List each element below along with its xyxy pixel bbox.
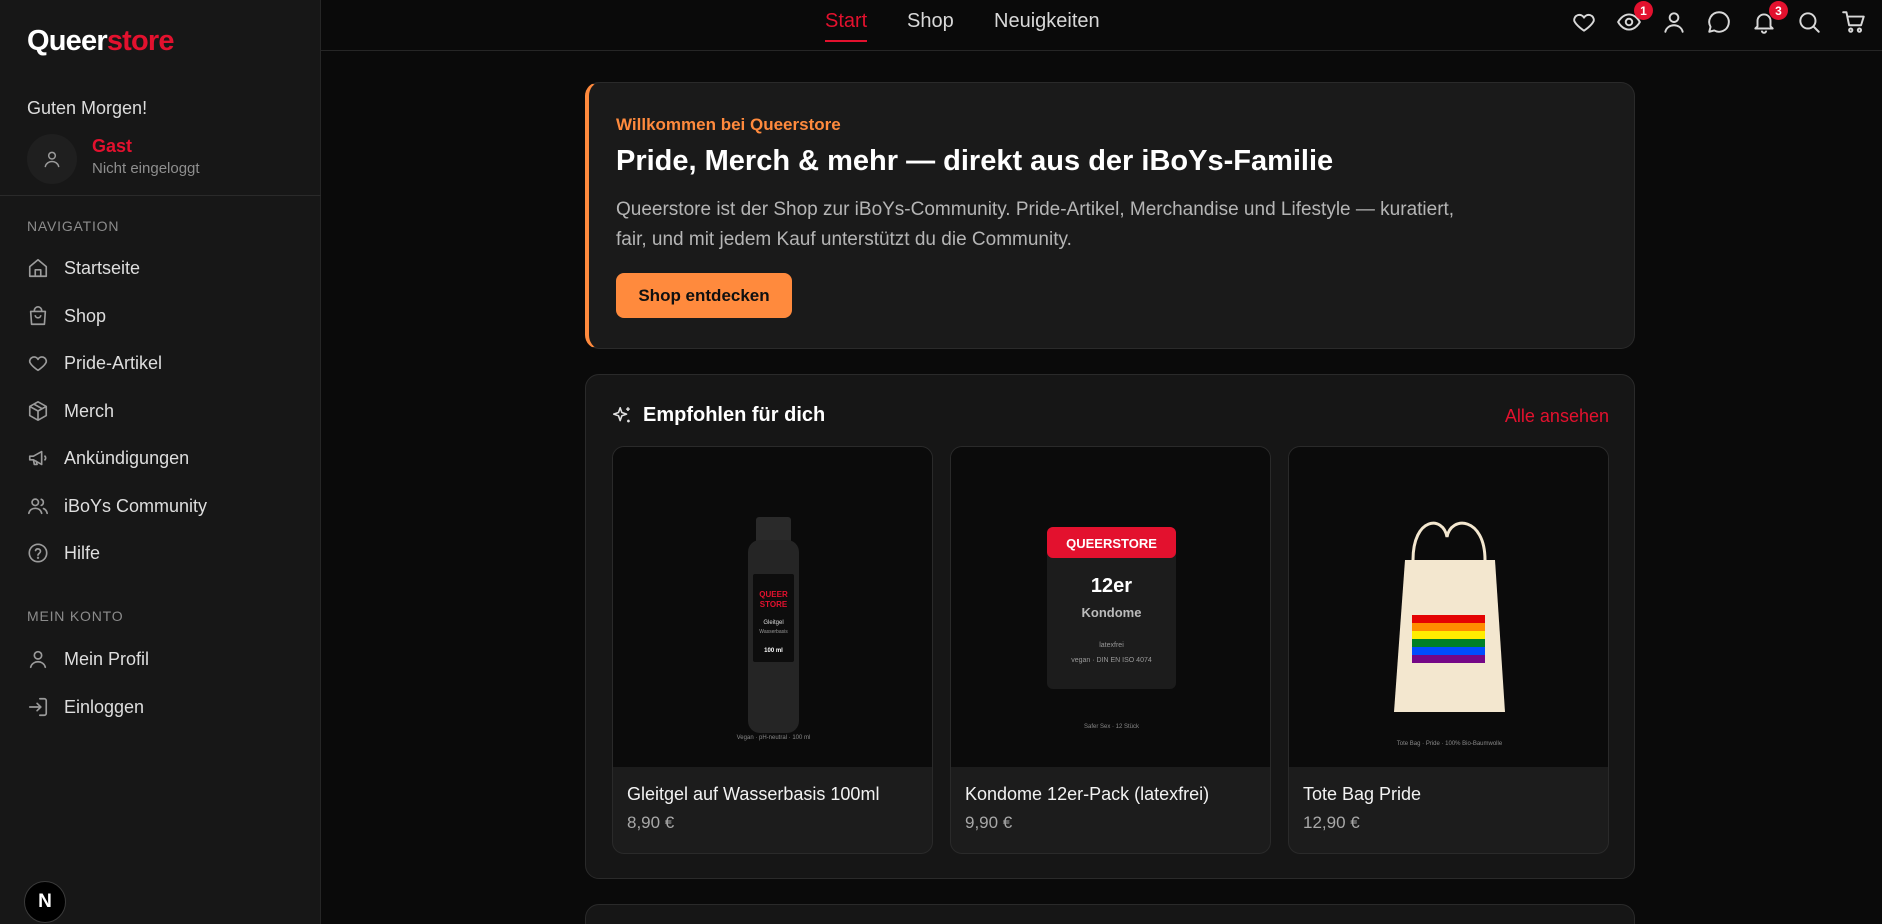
box-line-1: latexfrei (1099, 642, 1124, 649)
product-card-gleitgel[interactable]: QUEER STORE Gleitgel Wasserbasis 100 ml … (612, 446, 933, 854)
product-name: Kondome 12er-Pack (latexfrei) (965, 784, 1210, 804)
bottle-brand-line-2: STORE (760, 600, 788, 609)
cart-button[interactable] (1841, 9, 1867, 35)
top-link-start[interactable]: Start (825, 10, 868, 42)
top-link-neuigkeiten[interactable]: Neuigkeiten (994, 10, 1100, 33)
bottle-label-line-3: 100 ml (764, 648, 783, 654)
login-icon (28, 697, 48, 717)
megaphone-icon (28, 450, 47, 466)
messages-button[interactable] (1706, 9, 1732, 35)
top-link-shop[interactable]: Shop (907, 10, 954, 33)
recently-viewed-button[interactable]: 1 (1616, 1, 1653, 35)
box-line-2: vegan · DIN EN ISO 4074 (1071, 657, 1152, 664)
product-price: 9,90 € (965, 813, 1013, 832)
shop-discover-button[interactable]: Shop entdecken (616, 273, 792, 318)
notifications-badge: 3 (1769, 1, 1788, 20)
box-type: Kondome (1082, 605, 1142, 620)
user-icon (1664, 12, 1684, 33)
product-name: Tote Bag Pride (1303, 784, 1422, 804)
image-caption: Tote Bag · Pride · 100% Bio-Baumwolle (1397, 741, 1503, 747)
sidebar-item-label: Mein Profil (64, 648, 150, 669)
shopping-bag-icon (29, 306, 47, 326)
hero-title: Pride, Merch & mehr — direkt aus der iBo… (616, 145, 1334, 177)
heart-icon (28, 356, 48, 372)
product-name: Gleitgel auf Wasserbasis 100ml (627, 784, 880, 804)
welcome-hero: Willkommen bei Queerstore Pride, Merch &… (585, 82, 1635, 349)
top-navigation: Start Shop Neuigkeiten 1 3 (321, 0, 1882, 51)
sidebar: Queerstore Guten Morgen! Gast Nicht eing… (0, 0, 321, 924)
nav-section-label: NAVIGATION (27, 218, 120, 234)
chat-icon (1708, 11, 1730, 33)
sidebar-item-ankuendigungen[interactable]: Ankündigungen (27, 443, 189, 473)
product-card-kondome[interactable]: QUEERSTORE 12er Kondome latexfrei vegan … (950, 446, 1271, 854)
logo[interactable]: Queerstore (27, 25, 175, 58)
box-brand: QUEERSTORE (1066, 536, 1157, 551)
logo-part-store: store (106, 25, 175, 57)
box-count: 12er (1091, 575, 1132, 597)
section-title: Empfohlen für dich (643, 404, 826, 426)
cart-icon (1842, 11, 1865, 33)
recommended-section: Empfohlen für dich Alle ansehen QUEER ST… (585, 374, 1635, 879)
image-caption: Safer Sex · 12 Stück (1084, 724, 1140, 730)
sidebar-item-label: Merch (64, 400, 115, 421)
sidebar-item-label: iBoYs Community (64, 495, 208, 516)
user-name: Gast (92, 136, 133, 156)
sidebar-item-label: Startseite (64, 257, 141, 278)
user-avatar[interactable] (27, 134, 77, 184)
greeting: Guten Morgen! (27, 98, 148, 118)
user-icon (29, 650, 47, 669)
sidebar-item-mein-profil[interactable]: Mein Profil (27, 644, 149, 674)
product-image: Tote Bag · Pride · 100% Bio-Baumwolle (1289, 447, 1608, 767)
product-image: QUEERSTORE 12er Kondome latexfrei vegan … (951, 447, 1270, 767)
home-icon (28, 258, 48, 278)
search-button[interactable] (1796, 9, 1822, 35)
bottle-brand-line-1: QUEER (759, 590, 788, 599)
bottle-label-line-1: Gleitgel (763, 620, 783, 626)
heart-icon (1573, 13, 1595, 32)
product-image: QUEER STORE Gleitgel Wasserbasis 100 ml … (613, 447, 932, 767)
sidebar-item-merch[interactable]: Merch (27, 396, 114, 426)
product-card-tote-bag[interactable]: Tote Bag · Pride · 100% Bio-Baumwolle To… (1288, 446, 1609, 854)
sidebar-item-label: Shop (64, 305, 107, 326)
account-section-label: MEIN KONTO (27, 608, 124, 624)
users-icon (28, 498, 48, 515)
search-icon (1799, 12, 1820, 33)
account-button[interactable] (1661, 9, 1687, 35)
sidebar-item-label: Einloggen (64, 696, 145, 717)
sidebar-item-startseite[interactable]: Startseite (27, 253, 140, 283)
sidebar-item-label: Pride-Artikel (64, 352, 163, 373)
view-all-link[interactable]: Alle ansehen (1505, 406, 1609, 427)
notifications-button[interactable]: 3 (1751, 1, 1788, 35)
sparkles-icon (612, 406, 630, 423)
tote-bag-illustration: Tote Bag · Pride · 100% Bio-Baumwolle (1394, 521, 1505, 747)
next-section-panel (585, 904, 1635, 924)
condom-box-illustration: QUEERSTORE 12er Kondome latexfrei vegan … (1047, 527, 1176, 730)
product-price: 8,90 € (627, 813, 675, 832)
lube-bottle-illustration: QUEER STORE Gleitgel Wasserbasis 100 ml … (737, 517, 811, 741)
user-status: Nicht eingeloggt (92, 160, 200, 177)
sidebar-item-einloggen[interactable]: Einloggen (27, 692, 144, 722)
sidebar-item-shop[interactable]: Shop (27, 301, 106, 331)
help-circle-icon (28, 543, 48, 563)
dev-tools-badge[interactable]: N (24, 881, 66, 923)
sidebar-item-hilfe[interactable]: Hilfe (27, 538, 100, 568)
sidebar-item-label: Hilfe (64, 542, 101, 563)
sidebar-item-label: Ankündigungen (64, 447, 190, 468)
hero-description: Queerstore ist der Shop zur iBoYs-Commun… (616, 199, 1455, 250)
recently-viewed-badge: 1 (1634, 1, 1653, 20)
package-icon (28, 401, 48, 421)
sidebar-item-pride-artikel[interactable]: Pride-Artikel (27, 348, 162, 378)
product-price: 12,90 € (1303, 813, 1360, 832)
user-icon (44, 151, 60, 168)
image-caption: Vegan · pH-neutral · 100 ml (737, 735, 811, 741)
hero-kicker: Willkommen bei Queerstore (616, 115, 841, 134)
wishlist-button[interactable] (1571, 9, 1597, 35)
sidebar-item-iboys-community[interactable]: iBoYs Community (27, 491, 207, 521)
bottle-label-line-2: Wasserbasis (759, 629, 788, 635)
sidebar-divider (0, 195, 321, 196)
logo-part-queer: Queer (27, 25, 108, 57)
